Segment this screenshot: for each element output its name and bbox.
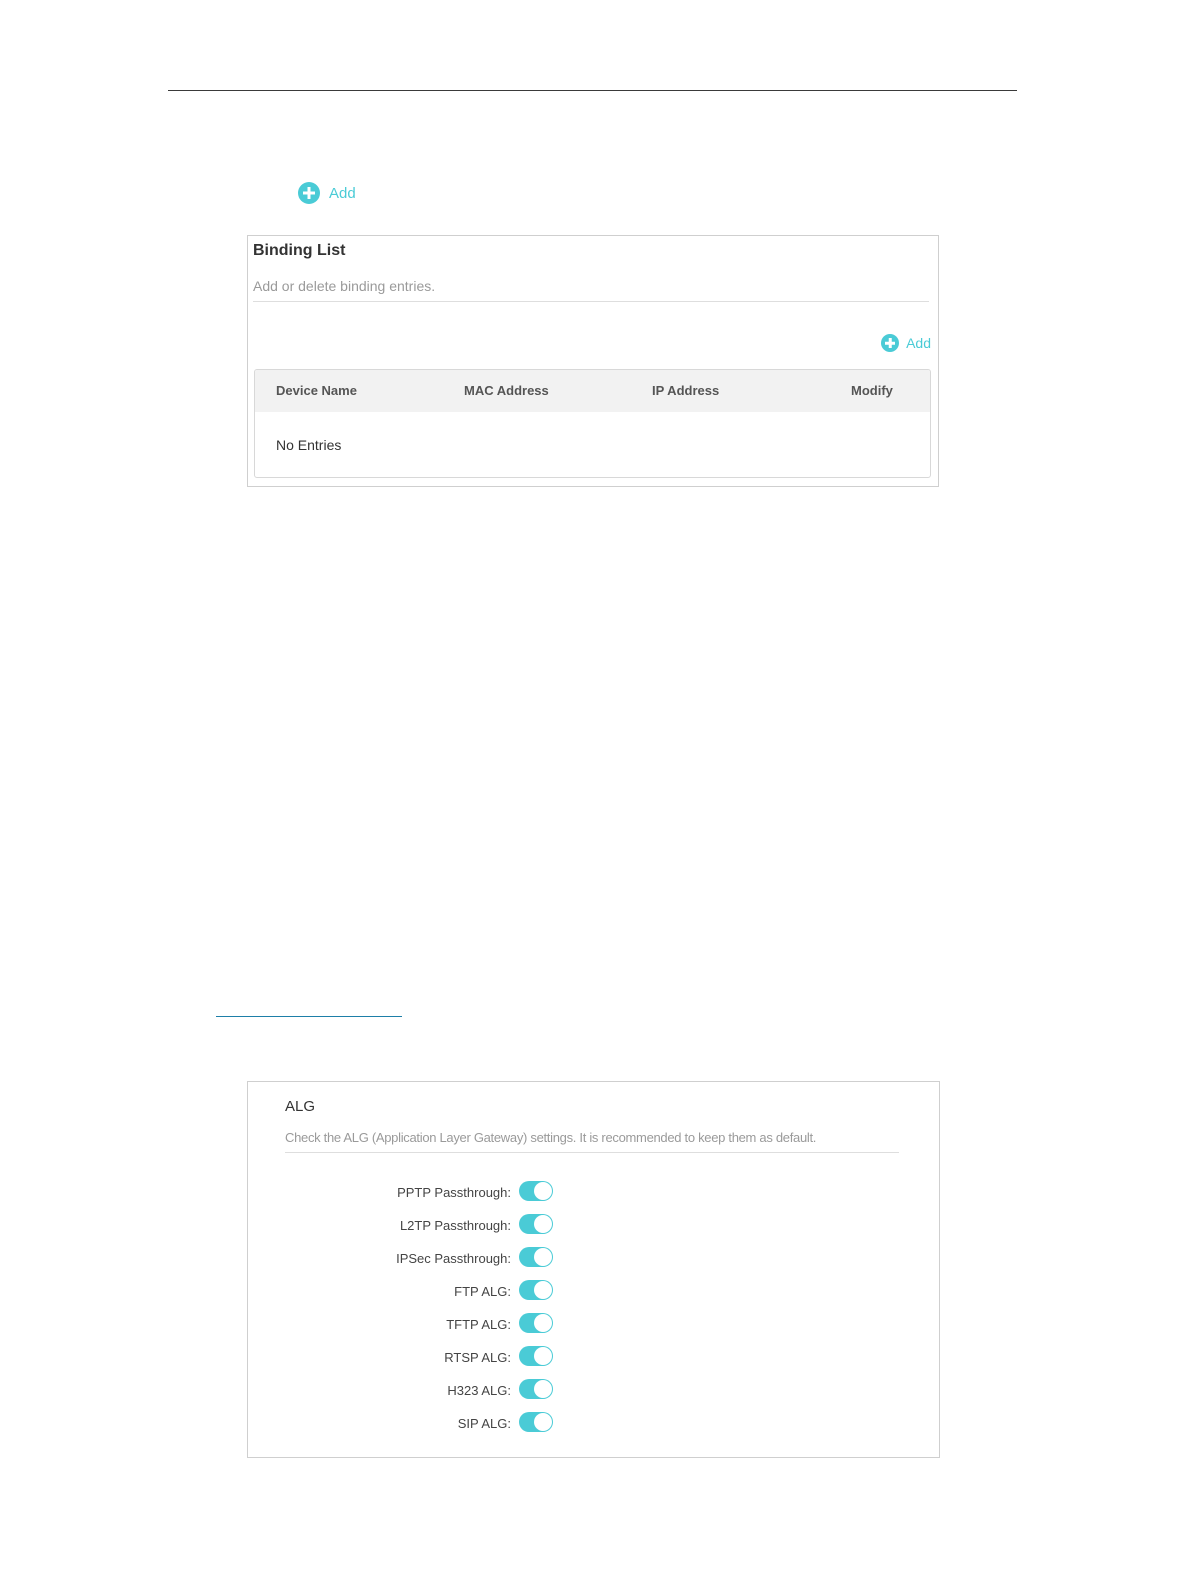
add-button[interactable]: Add [298,182,356,204]
rtsp-alg-row: RTSP ALG: [248,1346,568,1370]
sip-alg-row: SIP ALG: [248,1412,568,1436]
binding-table: Device Name MAC Address IP Address Modif… [254,369,931,478]
binding-list-title: Binding List [253,242,346,259]
h323-alg-toggle[interactable] [519,1379,553,1399]
toggle-knob [534,1215,552,1233]
toggle-knob [534,1314,552,1332]
add-button-label: Add [329,184,356,202]
sip-alg-toggle[interactable] [519,1412,553,1432]
toggle-knob [534,1281,552,1299]
toggle-knob [534,1347,552,1365]
rtsp-alg-toggle[interactable] [519,1346,553,1366]
sip-alg-label: SIP ALG: [457,1416,511,1431]
binding-list-description: Add or delete binding entries. [253,278,436,294]
ipsec-passthrough-label: IPSec Passthrough: [396,1251,511,1266]
rtsp-alg-label: RTSP ALG: [444,1350,511,1365]
h323-alg-label: H323 ALG: [447,1383,511,1398]
table-header: Device Name MAC Address IP Address Modif… [255,370,930,412]
pptp-passthrough-toggle[interactable] [519,1181,553,1201]
alg-description: Check the ALG (Application Layer Gateway… [285,1130,817,1145]
toggle-knob [534,1248,552,1266]
binding-list-panel: Binding List Add or delete binding entri… [247,235,939,487]
link-underline [216,1016,402,1017]
empty-table-message: No Entries [276,437,342,453]
column-header-mac-address: MAC Address [464,383,549,398]
ipsec-passthrough-toggle[interactable] [519,1247,553,1267]
toggle-knob [534,1182,552,1200]
alg-divider [285,1152,899,1153]
column-header-ip-address: IP Address [652,383,720,398]
column-header-device-name: Device Name [276,383,357,398]
plus-circle-icon [298,182,320,204]
ipsec-passthrough-row: IPSec Passthrough: [248,1247,568,1271]
column-header-modify: Modify [851,383,893,398]
binding-add-button[interactable]: Add [881,334,931,352]
pptp-passthrough-label: PPTP Passthrough: [397,1185,511,1200]
ftp-alg-label: FTP ALG: [454,1284,511,1299]
pptp-passthrough-row: PPTP Passthrough: [248,1181,568,1205]
tftp-alg-toggle[interactable] [519,1313,553,1333]
plus-circle-icon [881,334,900,352]
binding-add-label: Add [906,335,931,351]
l2tp-passthrough-toggle[interactable] [519,1214,553,1234]
toggle-knob [534,1413,552,1431]
header-divider [168,90,1017,91]
ftp-alg-toggle[interactable] [519,1280,553,1300]
tftp-alg-row: TFTP ALG: [248,1313,568,1337]
l2tp-passthrough-label: L2TP Passthrough: [399,1218,511,1233]
alg-title: ALG [285,1098,316,1115]
binding-list-divider [253,301,929,302]
l2tp-passthrough-row: L2TP Passthrough: [248,1214,568,1238]
toggle-knob [534,1380,552,1398]
ftp-alg-row: FTP ALG: [248,1280,568,1304]
alg-panel: ALG Check the ALG (Application Layer Gat… [247,1081,940,1458]
h323-alg-row: H323 ALG: [248,1379,568,1403]
tftp-alg-label: TFTP ALG: [446,1317,511,1332]
